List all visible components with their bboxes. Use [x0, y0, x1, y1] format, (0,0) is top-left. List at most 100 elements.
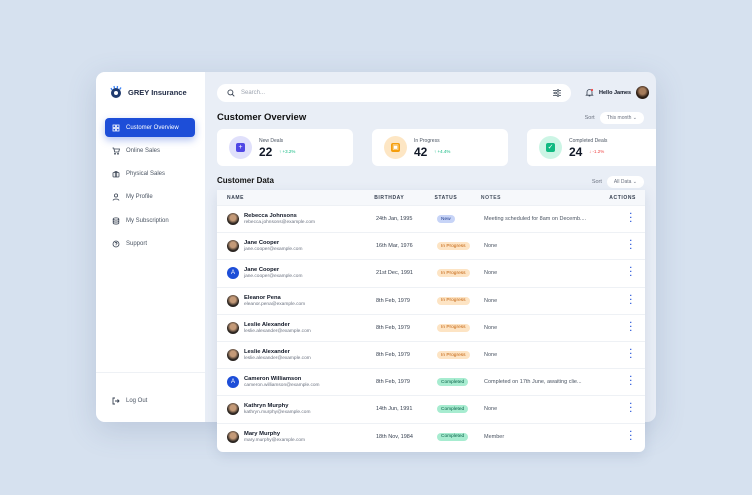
sidebar-item-my-profile[interactable]: My Profile — [105, 188, 195, 207]
more-actions-icon[interactable]: · · · — [629, 373, 633, 389]
avatar — [227, 294, 239, 307]
customer-email: leslie.alexander@example.com — [244, 328, 311, 334]
grid-icon — [112, 124, 120, 131]
more-actions-icon[interactable]: · · · — [629, 318, 633, 334]
status-badge: In Progress — [437, 242, 470, 251]
user-icon — [112, 193, 120, 202]
search-icon — [227, 89, 235, 97]
customer-table: NAME BIRTHDAY STATUS NOTES ACTIONS Rebec… — [217, 190, 645, 452]
stat-label: New Deals — [259, 138, 284, 144]
avatar — [227, 430, 239, 443]
user-avatar[interactable] — [636, 86, 650, 99]
more-actions-icon[interactable]: · · · — [629, 237, 633, 253]
avatar — [227, 213, 239, 226]
stat-icon: ▣ — [384, 136, 407, 159]
status-badge: In Progress — [437, 296, 470, 305]
birthday: 18th Nov, 1984 — [376, 433, 413, 440]
col-notes: NOTES — [480, 194, 502, 201]
birthday: 14th Jun, 1991 — [376, 406, 413, 413]
sidebar-item-customer-overview[interactable]: Customer Overview — [105, 118, 195, 137]
customer-data-title: Customer Data — [217, 176, 274, 185]
more-actions-icon[interactable]: · · · — [629, 400, 633, 416]
status-badge: Completed — [437, 405, 469, 414]
search-input[interactable]: Search... — [241, 90, 265, 96]
sidebar: GREY Insurance Customer Overview Online S… — [96, 72, 205, 422]
table-row[interactable]: Jane Cooper jane.cooper@example.com 16th M… — [217, 232, 645, 259]
user-menu[interactable]: Hello James — [585, 86, 650, 99]
avatar: A — [227, 267, 239, 280]
stat-value: 22 — [259, 145, 273, 159]
sort-dropdown[interactable]: This month ⌄ — [599, 112, 644, 124]
sidebar-item-support[interactable]: Support — [105, 235, 195, 254]
search-bar[interactable]: Search... — [217, 84, 571, 102]
status-badge: Completed — [437, 378, 469, 387]
more-actions-icon[interactable]: · · · — [629, 427, 633, 443]
more-actions-icon[interactable]: · · · — [629, 210, 633, 226]
status-badge: In Progress — [437, 351, 470, 360]
stat-delta: ↑ +4.4% — [434, 149, 451, 154]
database-icon — [112, 217, 120, 225]
more-actions-icon[interactable]: · · · — [629, 346, 633, 362]
customer-email: eleanor.pena@example.com — [244, 301, 306, 307]
customer-email: jane.cooper@example.com — [244, 274, 303, 280]
status-badge: Completed — [437, 432, 469, 441]
notes: None — [484, 243, 498, 250]
table-row[interactable]: A Cameron Williamson cameron.williamson@ex… — [217, 368, 645, 395]
bell-icon[interactable] — [585, 88, 594, 97]
filter-icon[interactable] — [553, 89, 561, 97]
table-row[interactable]: Kathryn Murphy kathryn.murphy@example.com… — [217, 395, 645, 422]
store-icon — [112, 171, 120, 178]
status-badge: In Progress — [437, 323, 470, 332]
customers-sort: Sort All Data ⌄ — [592, 176, 644, 188]
avatar — [227, 403, 239, 416]
sort-dropdown[interactable]: All Data ⌄ — [606, 176, 644, 188]
avatar — [227, 240, 239, 253]
customer-email: mary.murphy@example.com — [244, 437, 306, 443]
stat-label: In Progress — [414, 138, 440, 144]
table-row[interactable]: Rebecca Johnsons rebecca.johnsons@example… — [217, 205, 645, 232]
sidebar-item-label: My Subscription — [126, 217, 169, 224]
stat-label: Completed Deals — [569, 138, 608, 144]
notes: None — [484, 352, 498, 359]
notes: None — [484, 406, 498, 413]
sidebar-item-online-sales[interactable]: Online Sales — [105, 141, 195, 160]
sidebar-item-label: Support — [126, 241, 148, 247]
sort-label: Sort — [584, 115, 595, 121]
notes: None — [484, 270, 498, 277]
customer-name: Jane Cooper — [244, 267, 280, 274]
stat-value: 24 — [569, 145, 583, 159]
sidebar-item-label: Online Sales — [126, 147, 161, 154]
table-row[interactable]: Leslie Alexander leslie.alexander@example… — [217, 313, 645, 341]
logout-icon — [112, 397, 120, 404]
more-actions-icon[interactable]: · · · — [629, 291, 633, 307]
customer-email: kathryn.murphy@example.com — [244, 410, 311, 416]
avatar-initial: A — [230, 270, 235, 277]
birthday: 16th Mar, 1976 — [376, 243, 413, 250]
sidebar-item-my-subscription[interactable]: My Subscription — [105, 211, 195, 230]
sidebar-item-physical-sales[interactable]: Physical Sales — [105, 165, 195, 184]
table-row[interactable]: A Jane Cooper jane.cooper@example.com 21st … — [217, 259, 645, 286]
table-row[interactable]: Eleanor Pena eleanor.pena@example.com 8th … — [217, 286, 645, 314]
stat-card: + New Deals 22 ↑ +3.2% — [217, 129, 353, 166]
more-actions-icon[interactable]: · · · — [629, 264, 633, 280]
sidebar-item-label: Customer Overview — [126, 124, 179, 131]
sidebar-item-label: Physical Sales — [126, 171, 166, 178]
birthday: 8th Feb, 1979 — [376, 297, 410, 304]
customer-email: cameron.williamson@example.com — [244, 383, 320, 389]
customer-name: Leslie Alexander — [244, 321, 290, 328]
logout-button[interactable]: Log Out — [105, 391, 195, 410]
help-icon — [112, 240, 120, 248]
greeting: Hello James — [599, 89, 632, 96]
customer-name: Cameron Williamson — [244, 376, 302, 383]
sidebar-item-label: My Profile — [126, 194, 153, 201]
col-birthday: BIRTHDAY — [374, 194, 405, 201]
customer-name: Jane Cooper — [244, 240, 280, 247]
brand-name: GREY Insurance — [128, 87, 187, 97]
status-badge: New — [437, 215, 455, 224]
sidebar-divider — [96, 372, 205, 373]
birthday: 24th Jan, 1995 — [376, 216, 413, 223]
birthday: 21st Dec, 1991 — [376, 270, 413, 277]
table-row[interactable]: Leslie Alexander leslie.alexander@example… — [217, 340, 645, 368]
table-row[interactable]: Mary Murphy mary.murphy@example.com 18th N… — [217, 422, 645, 450]
notes: None — [484, 297, 498, 304]
